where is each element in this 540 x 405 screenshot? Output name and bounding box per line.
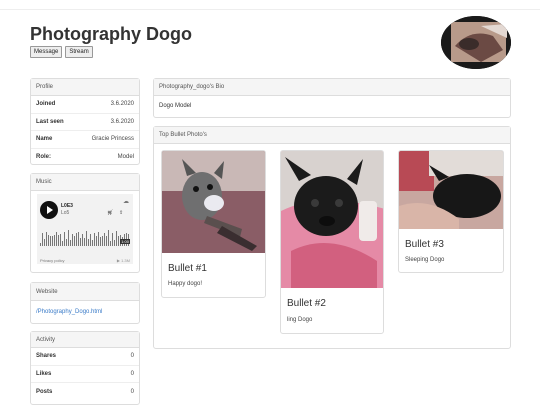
waveform-bar [64, 232, 65, 246]
avatar-photo [441, 16, 511, 69]
waveform-bar [92, 240, 93, 246]
activity-row-likes: Likes 0 [31, 366, 139, 383]
profile-heading: Profile [31, 79, 139, 96]
waveform-bar [68, 230, 69, 246]
waveform-bar [42, 233, 43, 246]
waveform-bar [102, 236, 103, 246]
photo-caption-2: ling Dogo [287, 317, 313, 323]
profile-rows: Joined 3.6.2020 Last seen 3.6.2020 Name … [31, 96, 139, 166]
photo-1 [162, 151, 265, 253]
waveform-bar [88, 238, 89, 246]
waveform-bar [98, 231, 99, 246]
activity-heading: Activity [31, 332, 139, 348]
cart-icon[interactable]: 🛒︎ [107, 210, 113, 216]
website-card: Website /Photography_Dogo.html [30, 282, 140, 324]
header-actions: Message Stream [30, 46, 93, 58]
waveform-bar [80, 238, 81, 246]
waveform-bar [78, 232, 79, 246]
profile-row-last-seen: Last seen 3.6.2020 [31, 114, 139, 131]
waveform-bar [86, 231, 87, 246]
waveform-bar [112, 233, 113, 246]
waveform-bar [82, 233, 83, 246]
photos-heading: Top Bullet Photo's [154, 127, 510, 144]
waveform-bar [84, 238, 85, 246]
share-icon[interactable]: ⇪ [119, 210, 123, 216]
music-card: Music L0E3 Lo5 ☁ 🛒︎ ⇪ 1:00 Privacy polic… [30, 173, 140, 273]
waveform-bar [110, 241, 111, 246]
waveform-bar [44, 238, 45, 246]
activity-card: Activity Shares 0 Likes 0 Posts 0 [30, 331, 140, 405]
waveform-bar [100, 236, 101, 246]
bio-card: Photography_dogo's Bio Dogo Model [153, 78, 511, 118]
waveform-bar [54, 235, 55, 246]
photo-card-1[interactable]: Bullet #1 Happy dogo! [161, 150, 266, 298]
music-player: L0E3 Lo5 ☁ 🛒︎ ⇪ 1:00 Privacy policy ▶ 1.… [37, 194, 133, 264]
waveform[interactable] [40, 230, 130, 246]
photo-2 [281, 151, 383, 288]
waveform-bar [72, 234, 73, 246]
profile-row-role: Role: Model [36, 154, 134, 161]
waveform-bar [46, 231, 47, 246]
privacy-link[interactable]: Privacy policy [40, 258, 64, 263]
track-duration: 1:00 [120, 239, 130, 244]
waveform-bar [70, 239, 71, 246]
track-title: L0E3 [61, 203, 73, 209]
photo-card-3[interactable]: Bullet #3 Sleeping Dogo [398, 150, 504, 273]
top-divider [0, 9, 540, 10]
activity-row-shares: Shares 0 [31, 348, 139, 366]
waveform-bar [94, 232, 95, 246]
avatar [441, 16, 511, 69]
waveform-bar [106, 236, 107, 246]
stream-button[interactable]: Stream [65, 46, 93, 58]
play-icon[interactable] [40, 201, 58, 219]
photo-card-2[interactable]: Bullet #2 ling Dogo [280, 150, 384, 334]
photo-title-1: Bullet #1 [168, 263, 207, 274]
photo-title-3: Bullet #3 [405, 239, 444, 250]
photos-card: Top Bullet Photo's Bullet #1 Happy dogo! [153, 126, 511, 349]
page-title: Photography Dogo [30, 24, 192, 44]
waveform-bar [52, 235, 53, 246]
profile-row-joined: Joined 3.6.2020 [31, 96, 139, 114]
photo-caption-3: Sleeping Dogo [405, 257, 445, 263]
play-count: ▶ 1.3M [116, 258, 130, 263]
website-link[interactable]: /Photography_Dogo.html [31, 301, 139, 323]
waveform-bar [66, 239, 67, 246]
waveform-bar [56, 232, 57, 246]
activity-row-posts: Posts 0 [36, 388, 134, 395]
soundcloud-icon[interactable]: ☁ [123, 198, 129, 205]
photo-title-2: Bullet #2 [287, 298, 326, 309]
waveform-bar [116, 231, 117, 246]
activity-rows: Shares 0 Likes 0 Posts 0 [31, 348, 139, 401]
track-artist: Lo5 [61, 210, 70, 216]
bio-text: Dogo Model [159, 103, 192, 109]
waveform-bar [114, 240, 115, 246]
waveform-bar [40, 243, 41, 246]
photo-caption-1: Happy dogo! [168, 281, 203, 287]
waveform-bar [48, 234, 49, 246]
profile-card: Profile Joined 3.6.2020 Last seen 3.6.20… [30, 78, 140, 165]
waveform-bar [90, 234, 91, 246]
waveform-bar [58, 235, 59, 246]
waveform-bar [60, 234, 61, 246]
photo-3 [399, 151, 503, 229]
profile-row-name: Name Gracie Princess [31, 131, 139, 149]
waveform-bar [74, 235, 75, 246]
waveform-bar [76, 233, 77, 246]
website-heading: Website [31, 283, 139, 301]
waveform-bar [118, 236, 119, 246]
waveform-bar [108, 230, 109, 246]
waveform-bar [62, 240, 63, 246]
message-button[interactable]: Message [30, 46, 63, 58]
waveform-bar [104, 233, 105, 246]
waveform-bar [96, 235, 97, 246]
music-heading: Music [31, 174, 139, 191]
waveform-bar [50, 235, 51, 246]
bio-heading: Photography_dogo's Bio [154, 79, 510, 96]
